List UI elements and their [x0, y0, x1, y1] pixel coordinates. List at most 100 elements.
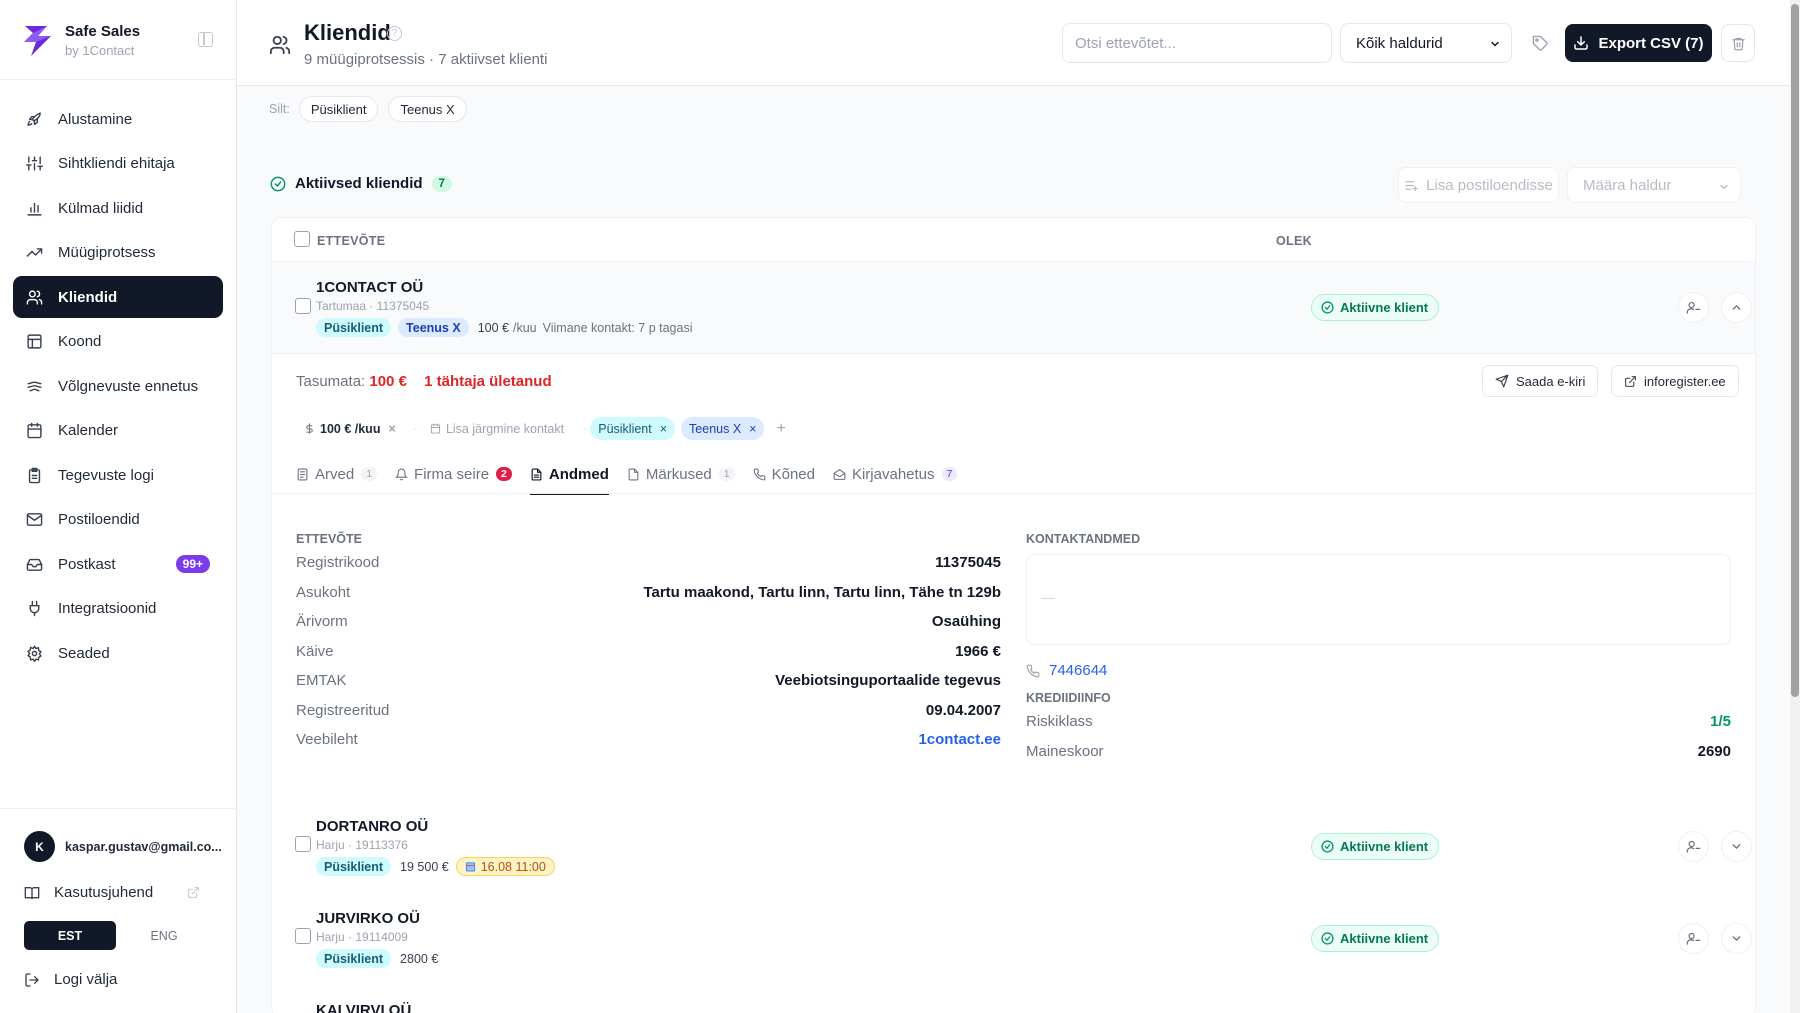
select-all-checkbox[interactable]: [294, 231, 310, 247]
sidebar-item-seaded[interactable]: Seaded: [13, 632, 223, 674]
add-to-mailing-list-button[interactable]: Lisa postiloendisse: [1398, 167, 1559, 203]
tag-chip-teenus-x[interactable]: Teenus X ×: [681, 417, 765, 440]
row-checkbox[interactable]: [295, 836, 311, 852]
field-value: 09.04.2007: [925, 701, 1001, 719]
tab-markused[interactable]: Märkused 1: [627, 456, 735, 492]
inforegister-link[interactable]: inforegister.ee: [1611, 365, 1739, 397]
delete-button[interactable]: [1721, 24, 1755, 62]
next-contact-chip[interactable]: Lisa järgmine kontakt: [422, 417, 572, 440]
export-csv-button[interactable]: Export CSV (7): [1565, 24, 1712, 62]
company-meta: Harju · 19113376: [316, 838, 408, 852]
tag-filter-chip[interactable]: Püsiklient: [298, 96, 379, 122]
company-name[interactable]: DORTANRO OÜ: [316, 818, 428, 835]
assign-manager-select[interactable]: Määra haldur: [1567, 167, 1741, 203]
lang-est-button[interactable]: EST: [24, 921, 116, 950]
help-icon[interactable]: ?: [387, 26, 402, 41]
company-field: Käive 1966 €: [296, 643, 1001, 665]
unpaid-summary: Tasumata: 100 € 1 tähtaja ületanud: [296, 373, 552, 390]
sliders-icon: [26, 156, 43, 171]
field-value: 1966 €: [955, 642, 1001, 660]
assign-user-button[interactable]: [1678, 292, 1709, 323]
sidebar-item-kulmad-liidid[interactable]: Külmad liidid: [13, 187, 223, 229]
sidebar-item-alustamine[interactable]: Alustamine: [13, 98, 223, 140]
remove-price-icon[interactable]: ×: [388, 422, 395, 436]
user-email: kaspar.gustav@gmail.co...: [65, 839, 222, 854]
sidebar-item-volgnevuste-ennetus[interactable]: Võlgnevuste ennetus: [13, 365, 223, 407]
chevron-up-icon: [1732, 304, 1741, 310]
sidebar-item-label: Sihtkliendi ehitaja: [58, 155, 175, 172]
remove-tag-icon[interactable]: ×: [660, 422, 667, 436]
table-row[interactable]: JURVIRKO OÜ Harju · 19114009 Püsiklient …: [272, 893, 1755, 985]
company-name[interactable]: 1CONTACT OÜ: [316, 279, 423, 296]
check-circle-icon: [1321, 840, 1334, 853]
company-name[interactable]: KALVIRVI OÜ: [316, 1002, 411, 1013]
company-field: Veebileht 1contact.ee: [296, 731, 1001, 753]
expand-row-button[interactable]: [1721, 923, 1752, 954]
sidebar-item-tegevuste-logi[interactable]: Tegevuste logi: [13, 454, 223, 496]
list-plus-icon: [1405, 180, 1418, 191]
add-to-mailing-list-label: Lisa postiloendisse: [1426, 176, 1553, 194]
sidebar-item-label: Tegevuste logi: [58, 466, 154, 484]
website-link[interactable]: 1contact.ee: [918, 731, 1001, 748]
price-chip-label: 100 € /kuu: [320, 421, 381, 436]
check-circle-icon: [1321, 301, 1334, 314]
send-email-button[interactable]: Saada e-kiri: [1482, 365, 1599, 397]
sidebar-item-postiloendid[interactable]: Postiloendid: [13, 499, 223, 541]
sidebar: Safe Sales by 1Contact Alustamine Sihtkl…: [0, 0, 237, 1013]
sidebar-item-kliendid[interactable]: Kliendid: [13, 276, 223, 318]
sidebar-item-postkast[interactable]: Postkast 99+: [13, 543, 223, 585]
user-account[interactable]: K kaspar.gustav@gmail.co...: [24, 831, 222, 862]
trash-icon: [1731, 37, 1745, 50]
scrollbar-thumb[interactable]: [1791, 4, 1799, 697]
table-header: ETTEVÕTE OLEK: [272, 218, 1755, 262]
sidebar-item-sihtkliendi-ehitaja[interactable]: Sihtkliendi ehitaja: [13, 143, 223, 185]
unpaid-amount: 100 €: [369, 373, 407, 390]
tag-chip-pusiklient[interactable]: Püsiklient ×: [590, 417, 676, 440]
lang-eng-button[interactable]: ENG: [118, 921, 210, 950]
search-input[interactable]: [1062, 23, 1332, 63]
assign-user-button[interactable]: [1678, 923, 1709, 954]
sidebar-item-integratsioonid[interactable]: Integratsioonid: [13, 588, 223, 630]
add-tag-button[interactable]: +: [776, 420, 785, 438]
sidebar-item-label: Seaded: [58, 644, 110, 662]
tab-koned[interactable]: Kõned: [753, 456, 815, 492]
price-chip[interactable]: 100 € /kuu ×: [296, 417, 404, 440]
row-checkbox[interactable]: [295, 298, 311, 314]
sidebar-collapse-icon[interactable]: [198, 32, 213, 47]
remove-tag-icon[interactable]: ×: [749, 422, 756, 436]
tab-andmed[interactable]: Andmed: [529, 456, 609, 495]
logout-button[interactable]: Logi välja: [24, 971, 117, 988]
phone-link[interactable]: 7446644: [1026, 662, 1107, 679]
sidebar-item-label: Külmad liidid: [58, 199, 144, 217]
sidebar-item-kalender[interactable]: Kalender: [13, 410, 223, 452]
user-assign-icon: [1686, 932, 1701, 945]
inforegister-label: inforegister.ee: [1644, 373, 1726, 389]
company-tags: Püsiklient 19 500 € 16.08 11:00: [316, 857, 562, 876]
tag-pusiklient: Püsiklient: [316, 857, 392, 876]
sidebar-item-muugiprotsess[interactable]: Müügiprotsess: [13, 232, 223, 274]
table-row[interactable]: 1CONTACT OÜ Tartumaa · 11375045 Püsiklie…: [272, 262, 1755, 354]
book-icon: [24, 886, 40, 899]
company-name[interactable]: JURVIRKO OÜ: [316, 910, 420, 927]
document-icon: [531, 467, 542, 481]
tab-arved[interactable]: Arved 1: [296, 456, 378, 492]
tag-filter-chip[interactable]: Teenus X: [388, 96, 467, 122]
row-checkbox[interactable]: [295, 928, 311, 944]
tab-firma-seire[interactable]: Firma seire 2: [395, 456, 512, 492]
sidebar-item-label: Müügiprotsess: [58, 244, 156, 261]
mail-icon: [26, 513, 43, 526]
collapse-row-button[interactable]: [1721, 292, 1752, 323]
tag-filter-button[interactable]: [1523, 26, 1557, 60]
plug-icon: [29, 600, 40, 617]
sidebar-item-koond[interactable]: Koond: [13, 321, 223, 363]
app-byline: by 1Contact: [65, 43, 135, 58]
user-guide-link[interactable]: Kasutusjuhend: [24, 884, 214, 901]
tab-kirjavahetus[interactable]: Kirjavahetus 7: [833, 456, 958, 492]
table-row[interactable]: DORTANRO OÜ Harju · 19113376 Püsiklient …: [272, 801, 1755, 893]
manager-select[interactable]: Kõik haldurid: [1340, 23, 1512, 63]
table-row[interactable]: KALVIRVI OÜ: [272, 985, 1755, 1013]
assign-user-button[interactable]: [1678, 831, 1709, 862]
expand-row-button[interactable]: [1721, 831, 1752, 862]
clients-table: ETTEVÕTE OLEK 1CONTACT OÜ Tartumaa · 113…: [271, 217, 1756, 1013]
sidebar-footer: K kaspar.gustav@gmail.co... Kasutusjuhen…: [0, 808, 237, 988]
